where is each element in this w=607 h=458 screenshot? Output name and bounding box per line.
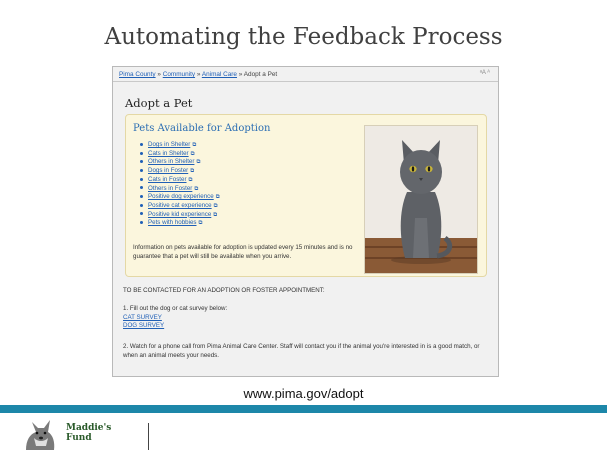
link-positive-cat-experience[interactable]: Positive cat experience: [148, 202, 212, 209]
slide-title: Automating the Feedback Process: [104, 24, 503, 50]
breadcrumb-separator: »: [238, 71, 243, 78]
list-item: Positive dog experience ⧉: [140, 193, 220, 202]
divider: [148, 423, 149, 450]
external-link-icon: ⧉: [213, 202, 218, 209]
list-item: Pets with hobbies ⧉: [140, 219, 220, 228]
pets-available-box: Pets Available for Adoption Dogs in Shel…: [125, 114, 487, 277]
breadcrumb: Pima County » Community » Animal Care » …: [113, 67, 498, 82]
breadcrumb-community[interactable]: Community: [163, 71, 195, 78]
external-link-icon: ⧉: [198, 220, 203, 227]
external-link-icon: ⧉: [196, 159, 201, 166]
step-2: 2. Watch for a phone call from Pima Anim…: [123, 343, 480, 359]
breadcrumb-current: Adopt a Pet: [243, 71, 278, 78]
accent-band: [0, 405, 607, 413]
external-link-icon: ⧉: [188, 176, 193, 183]
footer: Maddie's Fund: [0, 413, 607, 457]
link-cats-in-foster[interactable]: Cats in Foster: [148, 176, 187, 183]
link-others-in-shelter[interactable]: Others in Shelter: [148, 158, 194, 165]
list-item: Cats in Shelter ⧉: [140, 150, 220, 159]
logo-line-1: Maddie's: [66, 423, 112, 433]
link-dogs-in-foster[interactable]: Dogs in Foster: [148, 167, 188, 174]
page-heading: Adopt a Pet: [125, 96, 193, 110]
link-pets-with-hobbies[interactable]: Pets with hobbies: [148, 219, 197, 226]
list-item: Dogs in Shelter ⧉: [140, 141, 220, 150]
availability-info: Information on pets available for adopti…: [133, 244, 353, 260]
external-link-icon: ⧉: [190, 168, 195, 175]
cat-survey-link[interactable]: CAT SURVEY: [123, 314, 227, 323]
website-screenshot: Pima County » Community » Animal Care » …: [112, 66, 499, 377]
logo-text: Maddie's Fund: [66, 423, 111, 443]
slide-url: www.pima.gov/adopt: [243, 386, 364, 401]
text-size-control[interactable]: ᵃA ᴬ: [480, 70, 490, 76]
list-item: Others in Foster ⧉: [140, 185, 220, 194]
step-1-text: 1. Fill out the dog or cat survey below:: [123, 305, 228, 312]
step-1: 1. Fill out the dog or cat survey below:…: [123, 305, 227, 331]
list-item: Dogs in Foster ⧉: [140, 167, 220, 176]
maddies-fund-logo: [22, 416, 58, 453]
external-link-icon: ⧉: [215, 194, 220, 201]
breadcrumb-animal-care[interactable]: Animal Care: [202, 71, 237, 78]
external-link-icon: ⧉: [213, 211, 218, 218]
list-item: Others in Shelter ⧉: [140, 158, 220, 167]
list-item: Positive kid experience ⧉: [140, 211, 220, 220]
pet-links-list: Dogs in Shelter ⧉ Cats in Shelter ⧉ Others…: [140, 141, 220, 228]
link-dogs-in-shelter[interactable]: Dogs in Shelter: [148, 141, 190, 148]
link-positive-dog-experience[interactable]: Positive dog experience: [148, 193, 214, 200]
external-link-icon: ⧉: [192, 142, 197, 148]
breadcrumb-separator: »: [157, 71, 161, 78]
external-link-icon: ⧉: [194, 185, 199, 192]
logo-line-2: Fund: [66, 433, 92, 443]
list-item: Positive cat experience ⧉: [140, 202, 220, 211]
contact-heading: TO BE CONTACTED FOR AN ADOPTION OR FOSTE…: [123, 287, 325, 294]
cat-photo: [364, 125, 478, 274]
external-link-icon: ⧉: [190, 150, 195, 157]
link-positive-kid-experience[interactable]: Positive kid experience: [148, 211, 211, 218]
breadcrumb-pima-county[interactable]: Pima County: [119, 71, 156, 78]
box-title: Pets Available for Adoption: [133, 123, 271, 134]
link-cats-in-shelter[interactable]: Cats in Shelter: [148, 150, 189, 157]
link-others-in-foster[interactable]: Others in Foster: [148, 185, 192, 192]
breadcrumb-separator: »: [196, 71, 201, 78]
dog-survey-link[interactable]: DOG SURVEY: [123, 322, 227, 331]
list-item: Cats in Foster ⧉: [140, 176, 220, 185]
